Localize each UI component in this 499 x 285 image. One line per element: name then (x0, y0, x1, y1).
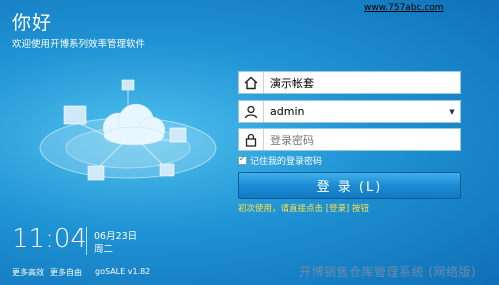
user-icon (239, 101, 264, 122)
greeting-title: 你好 (12, 12, 53, 34)
website-link[interactable]: www.757abc.com (364, 3, 444, 13)
tagline-freedom: 更多自由 (50, 268, 82, 277)
chevron-down-icon[interactable]: ▼ (444, 108, 460, 116)
clock-weekday: 周二 (94, 244, 114, 255)
welcome-text: 欢迎使用开博系列效率管理软件 (12, 39, 146, 50)
version-label: goSALE v1.82 (95, 267, 151, 276)
home-icon (239, 72, 264, 93)
tagline-efficiency: 更多高效 (12, 268, 44, 277)
account-selector[interactable]: 演示帐套 (238, 71, 461, 94)
password-field[interactable]: 登录密码 (238, 128, 461, 151)
lock-icon (239, 129, 264, 150)
remember-label: 记住我的登录密码 (250, 157, 323, 167)
clock-time: 11:04 (12, 224, 87, 254)
login-hint: 初次使用，请直接点击 [登录] 按钮 (238, 204, 370, 214)
cloud-network-illustration (39, 79, 217, 181)
clock-date: 06月23日 (94, 231, 138, 242)
remember-password-checkbox[interactable]: 记住我的登录密码 (238, 154, 322, 167)
username-value: admin (270, 105, 305, 118)
account-value: 演示帐套 (270, 76, 314, 90)
clock-divider (86, 227, 87, 255)
username-combobox[interactable]: admin ▼ (238, 100, 461, 123)
login-button[interactable]: 登 录 (L) (238, 172, 461, 199)
product-name: 开博销售仓库管理系统 (网络版) (299, 265, 477, 279)
checkbox-checked-icon[interactable] (238, 154, 247, 165)
password-placeholder: 登录密码 (270, 133, 314, 147)
